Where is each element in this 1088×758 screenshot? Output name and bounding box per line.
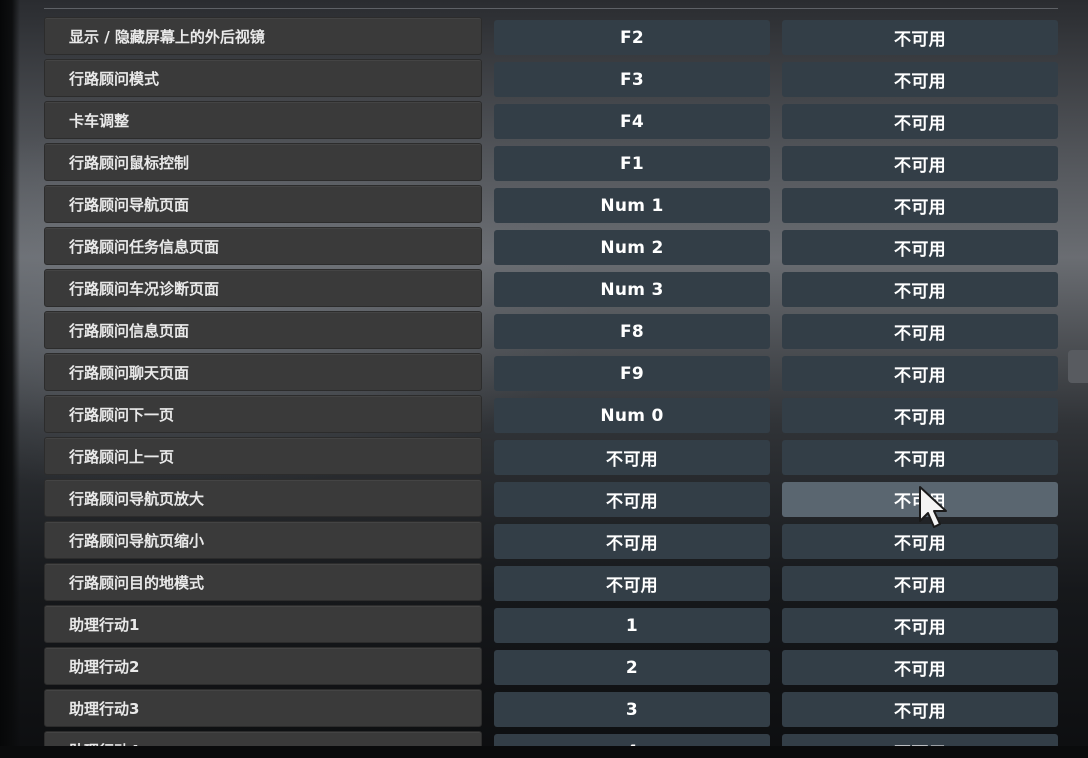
action-label-cell: 行路顾问导航页缩小 xyxy=(44,521,482,559)
action-label-cell: 显示 / 隐藏屏幕上的外后视镜 xyxy=(44,17,482,55)
action-label-cell: 行路顾问鼠标控制 xyxy=(44,143,482,181)
primary-key-button[interactable]: F9 xyxy=(494,356,770,391)
action-label-cell: 卡车调整 xyxy=(44,101,482,139)
action-label: 行路顾问目的地模式 xyxy=(69,574,205,592)
secondary-key-button[interactable]: 不可用 xyxy=(782,524,1058,559)
primary-key-button[interactable]: F3 xyxy=(494,62,770,97)
secondary-key-button[interactable]: 不可用 xyxy=(782,20,1058,55)
primary-key-button[interactable]: Num 2 xyxy=(494,230,770,265)
primary-key-button[interactable]: 不可用 xyxy=(494,482,770,517)
binding-row: 行路顾问车况诊断页面 Num 3 不可用 xyxy=(0,269,1070,311)
secondary-key-button[interactable]: 不可用 xyxy=(782,650,1058,685)
action-label: 行路顾问鼠标控制 xyxy=(69,154,190,172)
secondary-key-button-hovered[interactable]: 不可用 xyxy=(782,482,1058,517)
action-label: 行路顾问任务信息页面 xyxy=(69,238,220,256)
action-label: 行路顾问信息页面 xyxy=(69,322,190,340)
action-label-cell: 助理行动1 xyxy=(44,605,482,643)
primary-key-button[interactable]: 不可用 xyxy=(494,566,770,601)
secondary-key-button[interactable]: 不可用 xyxy=(782,230,1058,265)
action-label: 行路顾问导航页缩小 xyxy=(69,532,205,550)
secondary-key-button[interactable]: 不可用 xyxy=(782,188,1058,223)
secondary-key-button[interactable]: 不可用 xyxy=(782,104,1058,139)
secondary-key-button[interactable]: 不可用 xyxy=(782,356,1058,391)
binding-row: 行路顾问下一页 Num 0 不可用 xyxy=(0,395,1070,437)
primary-key-button[interactable]: F2 xyxy=(494,20,770,55)
action-label: 行路顾问车况诊断页面 xyxy=(69,280,220,298)
action-label-cell: 助理行动4 xyxy=(44,731,482,758)
action-label-cell: 行路顾问目的地模式 xyxy=(44,563,482,601)
binding-row: 行路顾问信息页面 F8 不可用 xyxy=(0,311,1070,353)
action-label-cell: 行路顾问聊天页面 xyxy=(44,353,482,391)
primary-key-button[interactable]: 不可用 xyxy=(494,524,770,559)
action-label: 行路顾问模式 xyxy=(69,70,160,88)
action-label: 助理行动2 xyxy=(69,658,140,676)
section-divider xyxy=(44,2,1058,9)
binding-row: 行路顾问目的地模式 不可用 不可用 xyxy=(0,563,1070,605)
secondary-key-button[interactable]: 不可用 xyxy=(782,734,1058,758)
action-label: 行路顾问上一页 xyxy=(69,448,175,466)
action-label: 助理行动3 xyxy=(69,700,140,718)
primary-key-button[interactable]: 1 xyxy=(494,608,770,643)
secondary-key-button[interactable]: 不可用 xyxy=(782,272,1058,307)
secondary-key-button[interactable]: 不可用 xyxy=(782,314,1058,349)
scrollbar-thumb[interactable] xyxy=(1068,350,1088,383)
action-label-cell: 助理行动2 xyxy=(44,647,482,685)
primary-key-button[interactable]: F8 xyxy=(494,314,770,349)
primary-key-button[interactable]: 2 xyxy=(494,650,770,685)
primary-key-button[interactable]: 4 xyxy=(494,734,770,758)
binding-row: 行路顾问模式 F3 不可用 xyxy=(0,59,1070,101)
primary-key-button[interactable]: Num 3 xyxy=(494,272,770,307)
binding-row: 助理行动3 3 不可用 xyxy=(0,689,1070,731)
binding-row: 行路顾问聊天页面 F9 不可用 xyxy=(0,353,1070,395)
secondary-key-button[interactable]: 不可用 xyxy=(782,62,1058,97)
action-label-cell: 行路顾问上一页 xyxy=(44,437,482,475)
primary-key-button[interactable]: 3 xyxy=(494,692,770,727)
action-label-cell: 助理行动3 xyxy=(44,689,482,727)
binding-list: 显示 / 隐藏屏幕上的外后视镜 F2 不可用 行路顾问模式 F3 不可用 卡车调… xyxy=(0,17,1070,758)
binding-row: 助理行动2 2 不可用 xyxy=(0,647,1070,689)
primary-key-button[interactable]: Num 0 xyxy=(494,398,770,433)
action-label: 助理行动4 xyxy=(69,742,140,758)
action-label: 卡车调整 xyxy=(69,112,130,130)
action-label: 行路顾问聊天页面 xyxy=(69,364,190,382)
secondary-key-button[interactable]: 不可用 xyxy=(782,440,1058,475)
action-label-cell: 行路顾问任务信息页面 xyxy=(44,227,482,265)
action-label: 行路顾问导航页面 xyxy=(69,196,190,214)
secondary-key-button[interactable]: 不可用 xyxy=(782,608,1058,643)
binding-row: 行路顾问导航页缩小 不可用 不可用 xyxy=(0,521,1070,563)
action-label-cell: 行路顾问信息页面 xyxy=(44,311,482,349)
primary-key-button[interactable]: 不可用 xyxy=(494,440,770,475)
primary-key-button[interactable]: Num 1 xyxy=(494,188,770,223)
primary-key-button[interactable]: F1 xyxy=(494,146,770,181)
binding-row: 显示 / 隐藏屏幕上的外后视镜 F2 不可用 xyxy=(0,17,1070,59)
secondary-key-button[interactable]: 不可用 xyxy=(782,398,1058,433)
action-label: 助理行动1 xyxy=(69,616,140,634)
action-label: 行路顾问导航页放大 xyxy=(69,490,205,508)
binding-row: 行路顾问任务信息页面 Num 2 不可用 xyxy=(0,227,1070,269)
binding-row: 卡车调整 F4 不可用 xyxy=(0,101,1070,143)
binding-row: 助理行动1 1 不可用 xyxy=(0,605,1070,647)
primary-key-button[interactable]: F4 xyxy=(494,104,770,139)
action-label-cell: 行路顾问模式 xyxy=(44,59,482,97)
binding-row: 助理行动4 4 不可用 xyxy=(0,731,1070,758)
action-label: 行路顾问下一页 xyxy=(69,406,175,424)
secondary-key-button[interactable]: 不可用 xyxy=(782,692,1058,727)
action-label-cell: 行路顾问导航页面 xyxy=(44,185,482,223)
secondary-key-button[interactable]: 不可用 xyxy=(782,566,1058,601)
binding-row: 行路顾问导航页放大 不可用 不可用 xyxy=(0,479,1070,521)
binding-row: 行路顾问鼠标控制 F1 不可用 xyxy=(0,143,1070,185)
action-label-cell: 行路顾问车况诊断页面 xyxy=(44,269,482,307)
secondary-key-button[interactable]: 不可用 xyxy=(782,146,1058,181)
binding-row: 行路顾问导航页面 Num 1 不可用 xyxy=(0,185,1070,227)
keybinding-panel: 显示 / 隐藏屏幕上的外后视镜 F2 不可用 行路顾问模式 F3 不可用 卡车调… xyxy=(0,0,1088,758)
action-label-cell: 行路顾问导航页放大 xyxy=(44,479,482,517)
action-label-cell: 行路顾问下一页 xyxy=(44,395,482,433)
action-label: 显示 / 隐藏屏幕上的外后视镜 xyxy=(69,28,265,46)
binding-row: 行路顾问上一页 不可用 不可用 xyxy=(0,437,1070,479)
